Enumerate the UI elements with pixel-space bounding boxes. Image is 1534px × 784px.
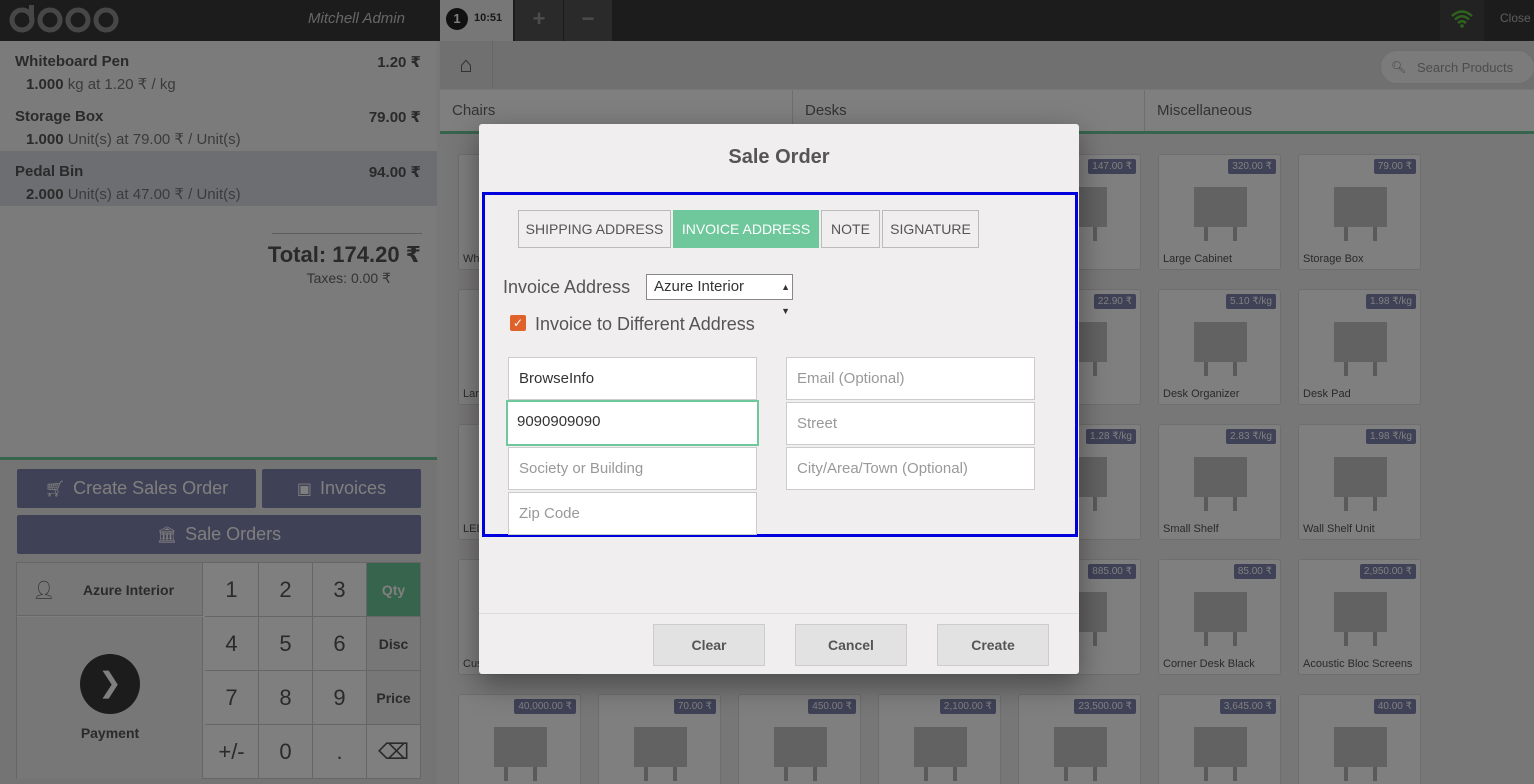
dialog-title: Sale Order (728, 146, 830, 168)
phone-field[interactable]: 9090909090 (506, 400, 759, 446)
tab-shipping-address[interactable]: SHIPPING ADDRESS (518, 210, 671, 248)
society-field[interactable]: Society or Building (508, 447, 757, 490)
different-address-label: Invoice to Different Address (535, 314, 755, 334)
cancel-button[interactable]: Cancel (795, 624, 907, 666)
tab-signature[interactable]: SIGNATURE (882, 210, 979, 248)
invoice-address-label: Invoice Address (503, 277, 631, 297)
name-field[interactable]: BrowseInfo (508, 357, 757, 400)
tab-note[interactable]: NOTE (821, 210, 880, 248)
email-field[interactable]: Email (Optional) (786, 357, 1035, 400)
city-field[interactable]: City/Area/Town (Optional) (786, 447, 1035, 490)
dialog-footer-divider (479, 613, 1079, 614)
clear-button[interactable]: Clear (653, 624, 765, 666)
dialog-body: SHIPPING ADDRESS INVOICE ADDRESS NOTE SI… (482, 192, 1078, 537)
different-address-checkbox[interactable]: ✓ (510, 315, 526, 331)
invoice-address-value: Azure Interior (654, 278, 745, 295)
sale-order-dialog: Sale Order SHIPPING ADDRESS INVOICE ADDR… (479, 124, 1079, 674)
invoice-address-select[interactable]: Azure Interior ▲ ▼ (646, 274, 793, 316)
street-field[interactable]: Street (786, 402, 1035, 445)
create-button[interactable]: Create (937, 624, 1049, 666)
zip-field[interactable]: Zip Code (508, 492, 757, 535)
tab-invoice-address[interactable]: INVOICE ADDRESS (673, 210, 819, 248)
dropdown-arrow-icon: ▲ ▼ (781, 282, 790, 316)
